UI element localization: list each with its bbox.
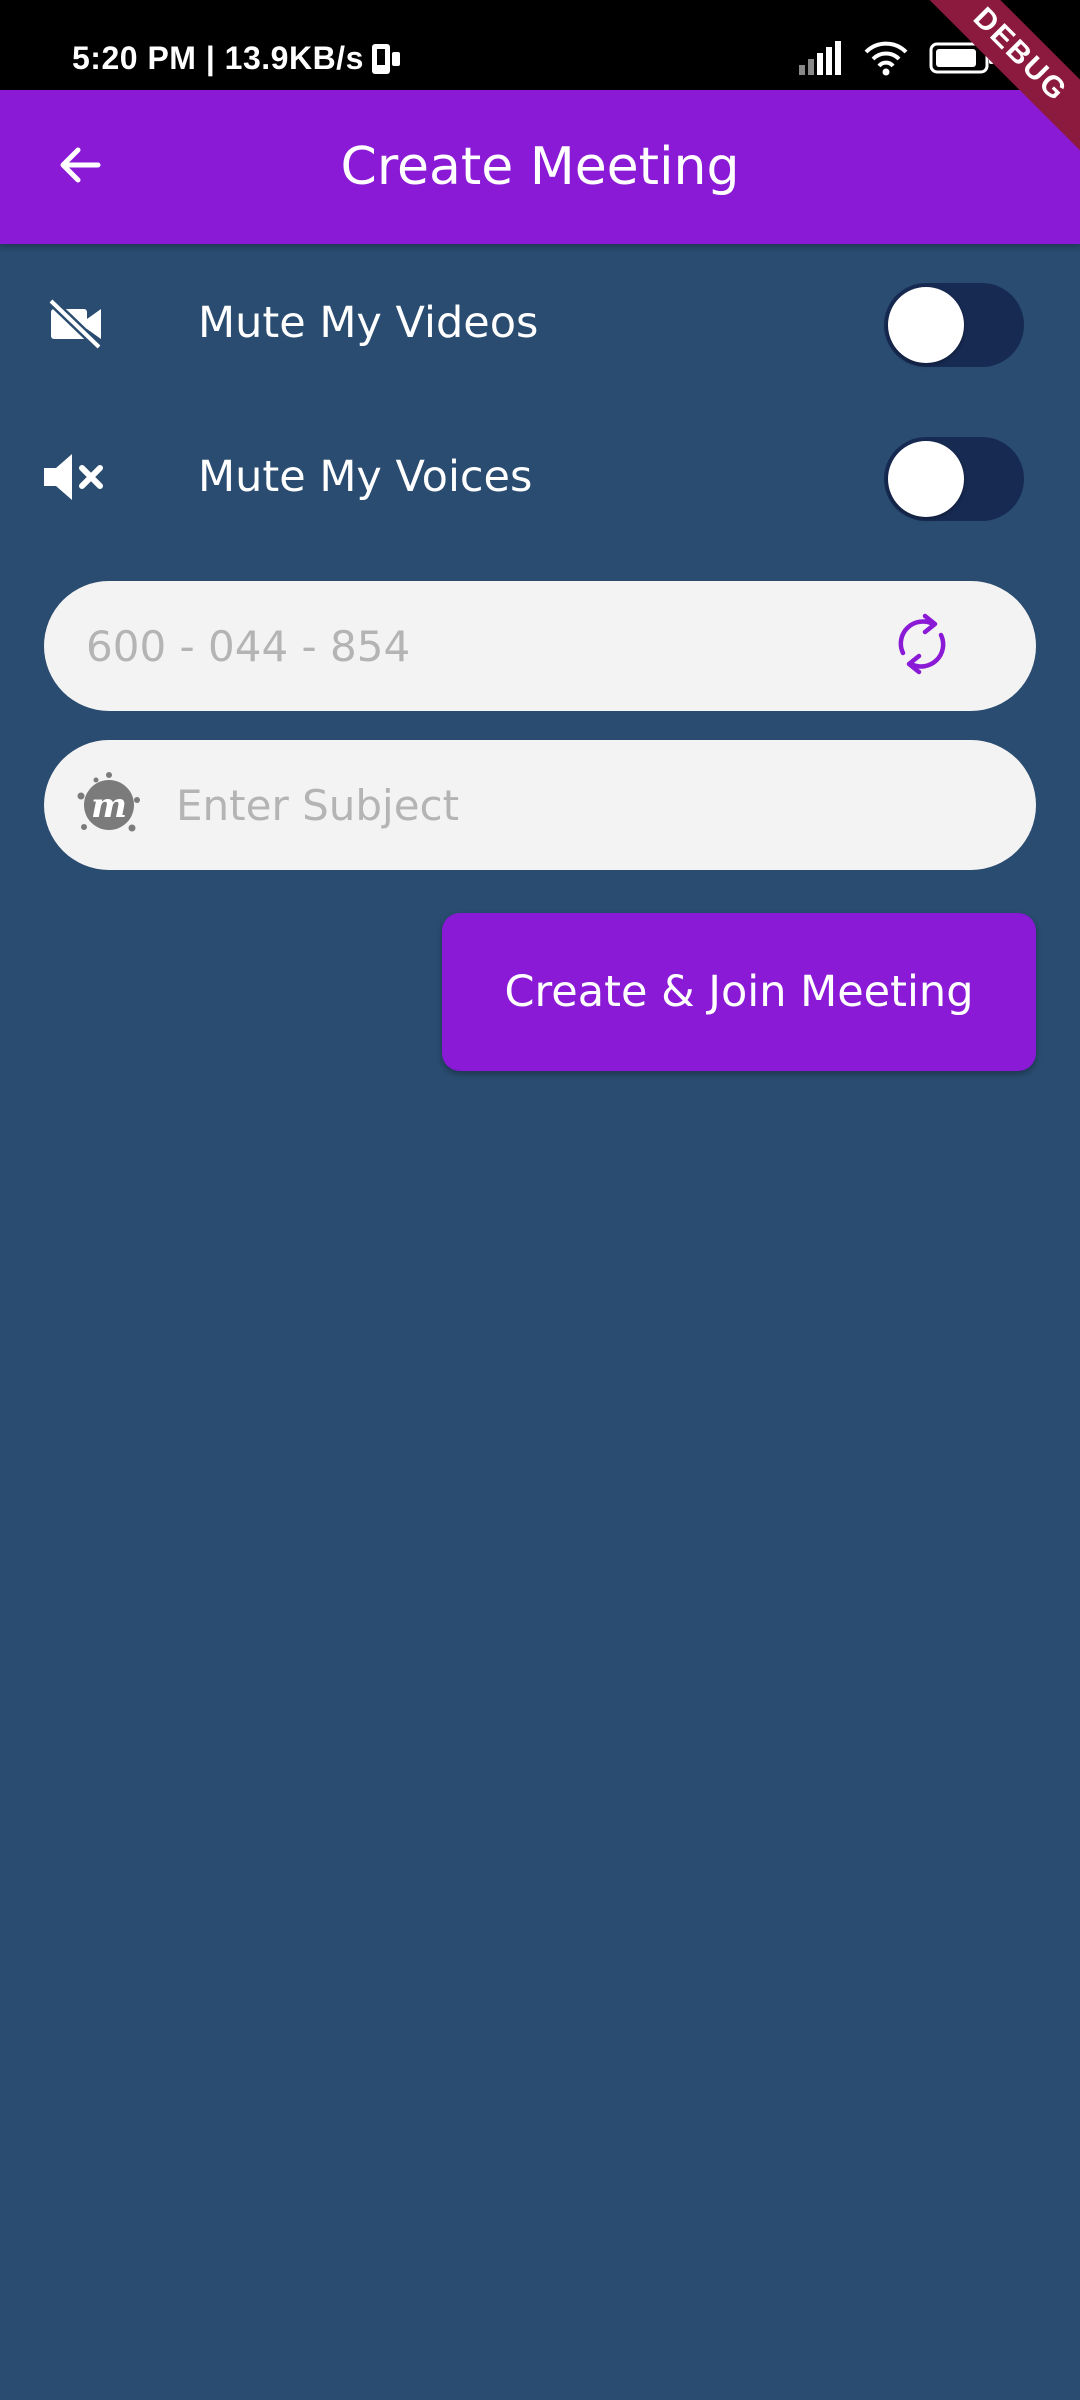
mute-videos-row: Mute My Videos — [0, 268, 1080, 378]
mute-voices-label: Mute My Voices — [198, 452, 533, 502]
app-bar: Create Meeting — [0, 90, 1080, 244]
meeting-id-input[interactable] — [86, 616, 866, 676]
volume-off-icon — [40, 447, 110, 507]
signal-icon — [797, 41, 843, 79]
mute-videos-toggle[interactable] — [884, 283, 1024, 367]
videocam-off-icon — [40, 293, 110, 353]
meeting-id-field — [44, 581, 1036, 711]
page-title: Create Meeting — [340, 137, 740, 197]
phone-dual-icon — [368, 42, 402, 78]
toggle-knob — [888, 441, 964, 517]
refresh-button[interactable] — [888, 612, 956, 680]
refresh-icon — [889, 611, 955, 681]
mute-videos-label: Mute My Videos — [198, 298, 539, 348]
meetup-logo-icon: m — [74, 770, 144, 840]
create-join-meeting-button[interactable]: Create & Join Meeting — [442, 913, 1036, 1071]
subject-input[interactable] — [176, 775, 976, 835]
svg-text:m: m — [91, 786, 127, 826]
wifi-icon — [863, 40, 909, 80]
mute-voices-toggle[interactable] — [884, 437, 1024, 521]
mute-voices-row: Mute My Voices — [0, 422, 1080, 532]
subject-field: m — [44, 740, 1036, 870]
status-bar: 5:20 PM | 13.9KB/s — [0, 0, 1080, 90]
toggle-knob — [888, 287, 964, 363]
status-time-speed: 5:20 PM | 13.9KB/s — [72, 40, 364, 76]
